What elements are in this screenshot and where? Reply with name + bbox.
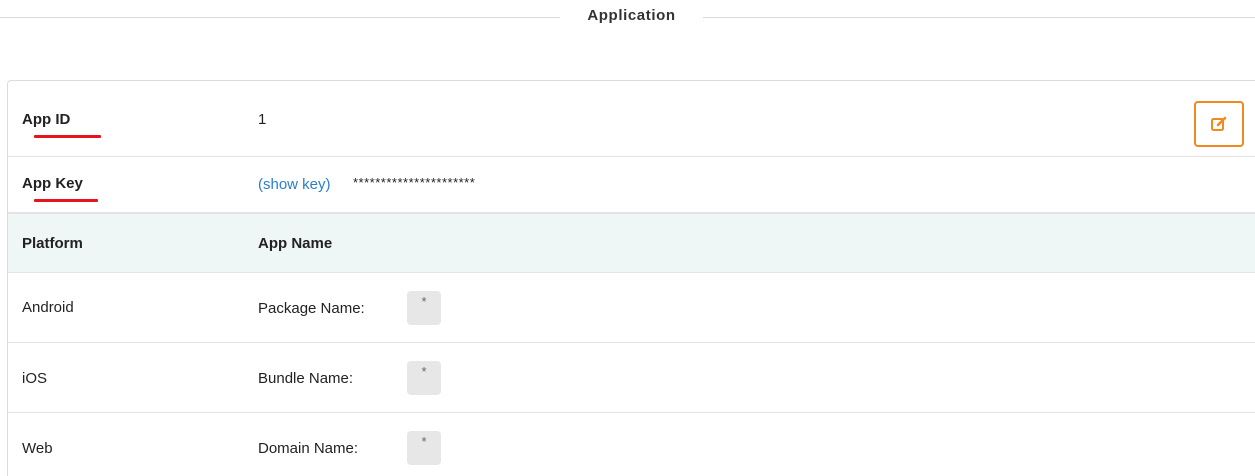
section-divider-right bbox=[703, 17, 1255, 18]
bundle-name-label: Bundle Name: bbox=[258, 370, 354, 387]
platform-cell: Web bbox=[22, 440, 53, 457]
section-header: Application bbox=[0, 0, 1255, 36]
bundle-name-value: * bbox=[407, 361, 441, 395]
app-name-column-header: App Name bbox=[258, 235, 333, 252]
package-name-value: * bbox=[407, 291, 441, 325]
domain-name-value: * bbox=[407, 431, 441, 465]
platform-cell: iOS bbox=[22, 370, 48, 387]
app-id-row: App ID 1 bbox=[8, 81, 1255, 157]
platform-column-header: Platform bbox=[22, 235, 83, 252]
domain-name-label: Domain Name: bbox=[258, 440, 359, 457]
app-id-label: App ID bbox=[22, 111, 71, 128]
app-key-masked-value: ********************** bbox=[353, 175, 476, 190]
app-key-underline bbox=[34, 199, 98, 202]
application-card: App ID 1 App Key (show key) ************… bbox=[7, 80, 1255, 476]
platform-cell: Android bbox=[22, 299, 74, 316]
table-row: iOS Bundle Name: * bbox=[8, 343, 1255, 413]
edit-icon bbox=[1211, 116, 1227, 131]
app-key-row: App Key (show key) *********************… bbox=[8, 157, 1255, 213]
app-id-value: 1 bbox=[258, 111, 267, 128]
application-page: Application App ID 1 App Key (show key) … bbox=[0, 0, 1255, 476]
package-name-label: Package Name: bbox=[258, 300, 365, 317]
edit-button[interactable] bbox=[1194, 101, 1244, 147]
show-key-link[interactable]: (show key) bbox=[258, 176, 331, 193]
section-divider-left bbox=[0, 17, 560, 18]
table-row: Android Package Name: * bbox=[8, 273, 1255, 343]
section-title: Application bbox=[587, 7, 676, 24]
app-key-label: App Key bbox=[22, 175, 83, 192]
app-id-underline bbox=[34, 135, 101, 138]
table-row: Web Domain Name: * bbox=[8, 413, 1255, 476]
table-header-row: Platform App Name bbox=[8, 213, 1255, 273]
